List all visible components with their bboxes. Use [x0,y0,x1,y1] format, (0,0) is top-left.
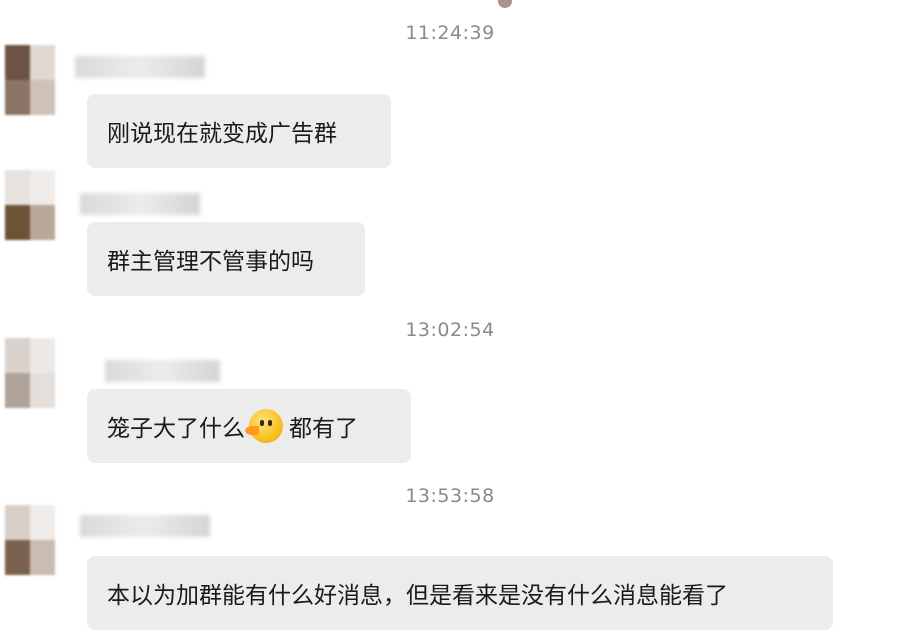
timestamp: 11:24:39 [405,22,495,44]
duck-emoji-icon [245,409,283,443]
avatar[interactable] [5,170,55,240]
sender-nickname-blurred [80,193,200,215]
avatar[interactable] [5,338,55,408]
timestamp: 13:02:54 [405,319,495,341]
message-text-before-emoji: 笼子大了什么 [107,416,245,442]
message-bubble[interactable]: 笼子大了什么 都有了 [87,389,411,463]
avatar[interactable] [5,45,55,115]
cropped-decoration [498,0,512,8]
message-text: 刚说现在就变成广告群 [107,121,337,147]
message-bubble[interactable]: 群主管理不管事的吗 [87,222,365,296]
sender-nickname-blurred [80,515,210,537]
message-text: 本以为加群能有什么好消息，但是看来是没有什么消息能看了 [107,583,728,609]
message-bubble[interactable]: 刚说现在就变成广告群 [87,94,391,168]
message-text-after-emoji: 都有了 [289,416,358,442]
message-text: 群主管理不管事的吗 [107,249,314,275]
timestamp: 13:53:58 [405,485,495,507]
avatar[interactable] [5,505,55,575]
sender-nickname-blurred [75,56,205,78]
message-bubble[interactable]: 本以为加群能有什么好消息，但是看来是没有什么消息能看了 [87,556,833,630]
sender-nickname-blurred [105,360,220,382]
